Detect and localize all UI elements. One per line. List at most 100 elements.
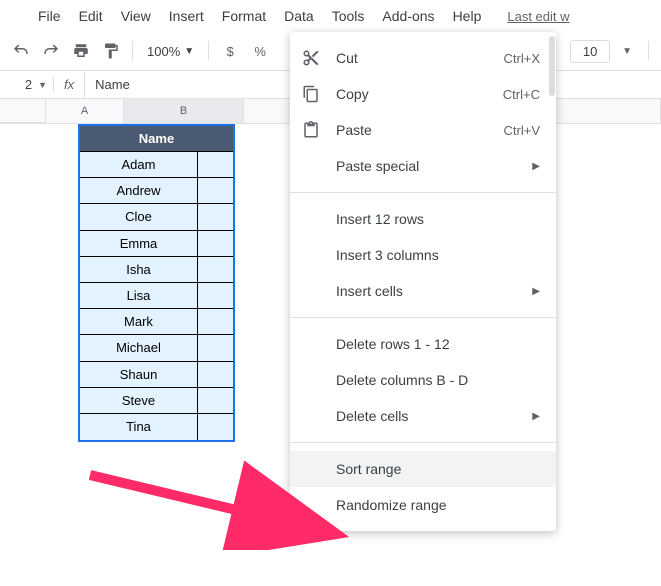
menu-addons[interactable]: Add-ons	[374, 4, 442, 28]
chevron-down-icon: ▼	[38, 80, 47, 90]
menu-label: Insert 3 columns	[302, 247, 540, 263]
cell-empty[interactable]	[198, 414, 233, 440]
table-row[interactable]: Emma	[80, 231, 233, 257]
undo-icon[interactable]	[8, 38, 34, 64]
menu-cut[interactable]: Cut Ctrl+X	[290, 40, 556, 76]
cell-empty[interactable]	[198, 309, 233, 335]
menu-delete-columns[interactable]: Delete columns B - D	[290, 362, 556, 398]
toolbar-separator	[648, 41, 649, 61]
cell-empty[interactable]	[198, 388, 233, 414]
cell-empty[interactable]	[198, 204, 233, 230]
menu-delete-rows[interactable]: Delete rows 1 - 12	[290, 326, 556, 362]
menu-insert-cells[interactable]: Insert cells ▶	[290, 273, 556, 309]
menu-file[interactable]: File	[30, 4, 69, 28]
menu-label: Sort range	[302, 461, 540, 477]
redo-icon[interactable]	[38, 38, 64, 64]
menu-insert-columns[interactable]: Insert 3 columns	[290, 237, 556, 273]
cell-name[interactable]: Tina	[80, 414, 198, 440]
cell-name[interactable]: Andrew	[80, 178, 198, 204]
menu-label: Paste	[326, 122, 504, 138]
chevron-down-icon: ▼	[184, 46, 194, 57]
menu-shortcut: Ctrl+X	[504, 51, 540, 66]
menu-view[interactable]: View	[113, 4, 159, 28]
menu-insert-rows[interactable]: Insert 12 rows	[290, 201, 556, 237]
last-edit-link[interactable]: Last edit w	[507, 9, 569, 24]
table-row[interactable]: Mark	[80, 309, 233, 335]
font-size-input[interactable]: 10	[570, 40, 610, 63]
table-row[interactable]: Shaun	[80, 362, 233, 388]
cell-name[interactable]: Emma	[80, 231, 198, 257]
cell-empty[interactable]	[198, 231, 233, 257]
menu-copy[interactable]: Copy Ctrl+C	[290, 76, 556, 112]
table-row[interactable]: Tina	[80, 414, 233, 440]
copy-icon	[302, 85, 326, 103]
cell-name[interactable]: Cloe	[80, 204, 198, 230]
cell-empty[interactable]	[198, 178, 233, 204]
cell-empty[interactable]	[198, 257, 233, 283]
cell-empty[interactable]	[198, 283, 233, 309]
name-box[interactable]: 2 ▼	[0, 77, 54, 92]
cell-name[interactable]: Michael	[80, 335, 198, 361]
menu-label: Delete rows 1 - 12	[302, 336, 540, 352]
chevron-down-icon[interactable]: ▼	[614, 46, 640, 57]
menu-help[interactable]: Help	[445, 4, 490, 28]
menu-label: Delete columns B - D	[302, 372, 540, 388]
context-menu: Cut Ctrl+X Copy Ctrl+C Paste Ctrl+V Past…	[290, 32, 556, 531]
submenu-arrow-icon: ▶	[532, 161, 540, 172]
currency-button[interactable]: $	[217, 38, 243, 64]
column-header-b[interactable]: B	[124, 99, 244, 123]
menu-label: Randomize range	[302, 497, 540, 513]
menu-label: Copy	[326, 86, 503, 102]
menu-paste-special[interactable]: Paste special ▶	[290, 148, 556, 184]
cell-empty[interactable]	[198, 362, 233, 388]
cut-icon	[302, 49, 326, 67]
menu-label: Insert cells	[302, 283, 532, 299]
zoom-value: 100%	[147, 44, 180, 59]
cell-name[interactable]: Steve	[80, 388, 198, 414]
table-row[interactable]: Cloe	[80, 204, 233, 230]
cell-name[interactable]: Lisa	[80, 283, 198, 309]
toolbar-separator	[208, 41, 209, 61]
table-row[interactable]: Adam	[80, 152, 233, 178]
table-row[interactable]: Michael	[80, 335, 233, 361]
table-row[interactable]: Andrew	[80, 178, 233, 204]
table-row[interactable]: Isha	[80, 257, 233, 283]
menu-delete-cells[interactable]: Delete cells ▶	[290, 398, 556, 434]
menu-data[interactable]: Data	[276, 4, 322, 28]
print-icon[interactable]	[68, 38, 94, 64]
selected-range[interactable]: Name Adam Andrew Cloe Emma Isha Lisa Mar…	[78, 124, 235, 442]
cell-empty[interactable]	[198, 152, 233, 178]
percent-button[interactable]: %	[247, 38, 273, 64]
menu-label: Paste special	[302, 158, 532, 174]
menu-insert[interactable]: Insert	[161, 4, 212, 28]
menu-shortcut: Ctrl+C	[503, 87, 540, 102]
scrollbar[interactable]	[549, 36, 555, 96]
menu-label: Insert 12 rows	[302, 211, 540, 227]
menu-randomize-range[interactable]: Randomize range	[290, 487, 556, 523]
paste-icon	[302, 121, 326, 139]
select-all-corner[interactable]	[0, 99, 46, 123]
cell-name[interactable]: Shaun	[80, 362, 198, 388]
menu-format[interactable]: Format	[214, 4, 274, 28]
zoom-dropdown[interactable]: 100% ▼	[141, 44, 200, 59]
submenu-arrow-icon: ▶	[532, 411, 540, 422]
menu-shortcut: Ctrl+V	[504, 123, 540, 138]
menu-tools[interactable]: Tools	[324, 4, 373, 28]
menubar: File Edit View Insert Format Data Tools …	[0, 0, 661, 32]
menu-label: Cut	[326, 50, 504, 66]
table-row[interactable]: Lisa	[80, 283, 233, 309]
menu-separator	[290, 317, 556, 318]
table-row[interactable]: Steve	[80, 388, 233, 414]
submenu-arrow-icon: ▶	[532, 286, 540, 297]
cell-name[interactable]: Isha	[80, 257, 198, 283]
menu-edit[interactable]: Edit	[71, 4, 111, 28]
column-header-a[interactable]: A	[46, 99, 124, 123]
cell-empty[interactable]	[198, 335, 233, 361]
menu-sort-range[interactable]: Sort range	[290, 451, 556, 487]
menu-paste[interactable]: Paste Ctrl+V	[290, 112, 556, 148]
cell-name[interactable]: Mark	[80, 309, 198, 335]
fx-label: fx	[54, 71, 85, 98]
cell-name[interactable]: Adam	[80, 152, 198, 178]
paint-format-icon[interactable]	[98, 38, 124, 64]
table-header-cell[interactable]: Name	[80, 126, 233, 152]
